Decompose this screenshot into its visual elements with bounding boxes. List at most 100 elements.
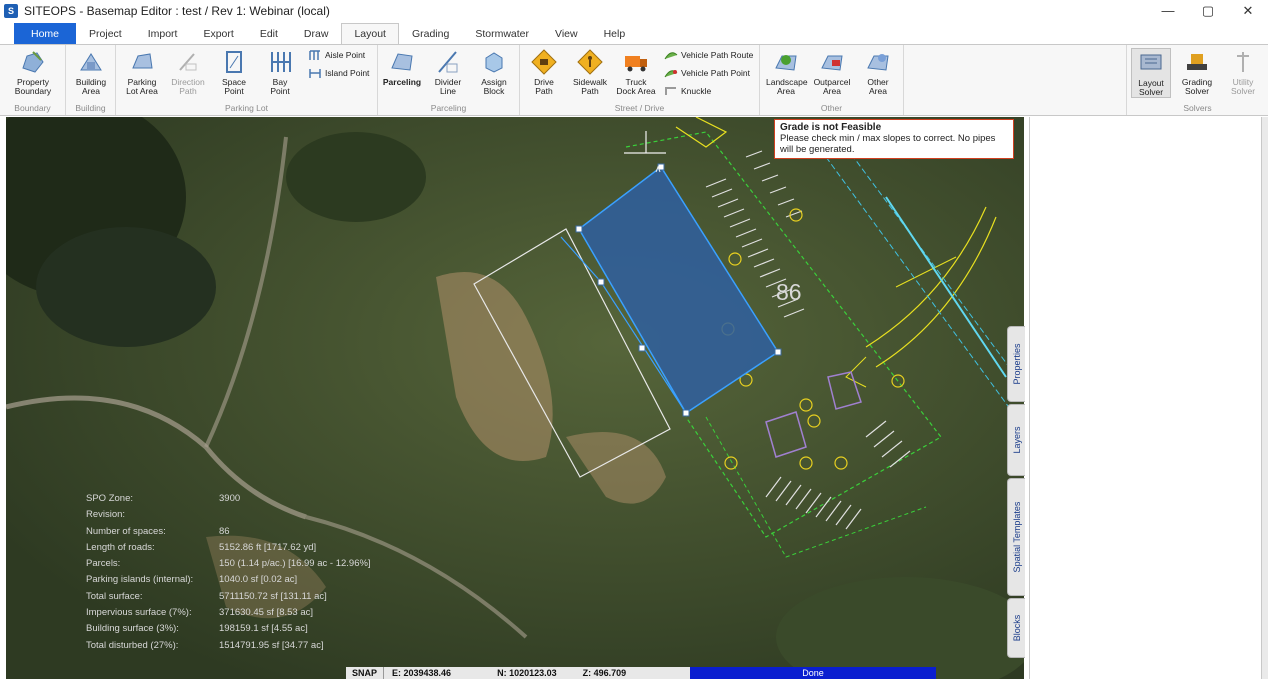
tab-project[interactable]: Project (76, 23, 135, 44)
vehicle-path-point-label: Vehicle Path Point (681, 68, 750, 78)
aisle-point-button[interactable]: Aisle Point (308, 49, 365, 61)
properties-panel (1029, 117, 1262, 679)
utility-solver-label-2: Solver (1230, 86, 1256, 96)
northing-readout: N: 1020123.03 (497, 668, 557, 678)
stat-label: Length of roads: (86, 541, 155, 553)
status-bar: SNAP E: 2039438.46 N: 1020123.03 Z: 496.… (346, 667, 936, 679)
tab-layout[interactable]: Layout (341, 23, 399, 44)
vehicle-path-point-icon (664, 70, 678, 78)
landscape-area-button[interactable]: Landscape Area (766, 48, 808, 96)
grading-solver-button[interactable]: Grading Solver (1177, 48, 1217, 96)
group-label-solvers: Solvers (1183, 103, 1212, 113)
tab-spatial-templates-label: Spatial Templates (1011, 501, 1022, 573)
sidewalk-path-button[interactable]: Sidewalk Path (570, 48, 610, 96)
stat-value: 3900 (219, 493, 241, 504)
stat-value: 5152.86 ft [1717.62 yd] (219, 541, 317, 553)
tab-draw[interactable]: Draw (291, 23, 342, 44)
drive-path-icon (531, 49, 557, 75)
maximize-button[interactable]: ▢ (1188, 0, 1228, 22)
layout-solver-label-2: Solver (1138, 87, 1164, 97)
group-parking-lot: Parking Lot Area Direction Path Space Po… (116, 45, 378, 115)
tab-layers[interactable]: Layers (1007, 404, 1025, 476)
island-point-button[interactable]: Island Point (308, 67, 369, 79)
island-point-icon (309, 69, 321, 78)
tab-blocks[interactable]: Blocks (1007, 598, 1025, 658)
tab-layers-label: Layers (1011, 426, 1022, 454)
title-bar: S SITEOPS - Basemap Editor : test / Rev … (0, 0, 1268, 22)
group-label-street-drive: Street / Drive (614, 103, 665, 113)
ribbon: Property Boundary Boundary Building Area… (0, 44, 1268, 116)
ribbon-tabs: Home Project Import Export Edit Draw Lay… (0, 22, 1268, 44)
stat-label: Total disturbed (27%): (86, 639, 179, 651)
truck-dock-area-label-2: Dock Area (616, 86, 656, 96)
knuckle-label: Knuckle (681, 86, 712, 96)
stat-row: Number of spaces: 86 (86, 524, 416, 540)
group-label-other: Other (820, 103, 843, 113)
window-controls: — ▢ ✕ (1148, 0, 1268, 22)
stat-value: 1514791.95 sf [34.77 ac] (219, 639, 324, 651)
stat-row: Revision: (86, 507, 416, 523)
drive-path-button[interactable]: Drive Path (524, 48, 564, 96)
grade-warning-message: Please check min / max slopes to correct… (780, 133, 996, 155)
vehicle-path-point-button[interactable]: Vehicle Path Point (664, 67, 750, 79)
site-stats-panel: SPO Zone: 3900 Revision: Number of spaces… (86, 491, 416, 654)
outparcel-area-button[interactable]: Outparcel Area (812, 48, 852, 96)
grade-warning-box: Grade is not Feasible Please check min /… (774, 119, 1014, 159)
direction-path-label-2: Path (179, 86, 197, 96)
sidewalk-path-label-2: Path (581, 86, 599, 96)
drive-path-label-2: Path (535, 86, 553, 96)
parceling-button[interactable]: Parceling (382, 48, 422, 87)
tab-properties[interactable]: Properties (1007, 326, 1025, 402)
app-logo-icon: S (4, 4, 18, 18)
sidewalk-path-icon (577, 49, 603, 75)
tab-stormwater[interactable]: Stormwater (462, 23, 542, 44)
tab-edit[interactable]: Edit (247, 23, 291, 44)
divider-line-label-2: Line (439, 86, 457, 96)
landscape-area-icon (775, 55, 797, 71)
group-street-drive: Drive Path Sidewalk Path Truck Dock Area… (520, 45, 760, 115)
island-point-label: Island Point (325, 68, 370, 78)
divider-line-button[interactable]: Divider Line (428, 48, 468, 96)
grade-warning-title: Grade is not Feasible (780, 122, 882, 133)
tab-grading[interactable]: Grading (399, 23, 462, 44)
property-boundary-button[interactable]: Property Boundary (13, 48, 53, 96)
tab-help[interactable]: Help (591, 23, 639, 44)
panel-scrollbar[interactable] (1262, 117, 1268, 679)
layout-solver-button[interactable]: Layout Solver (1131, 48, 1171, 98)
map-canvas[interactable]: 86 Grade is not Feasible Please check mi… (6, 117, 1024, 679)
tree-cluster (36, 227, 216, 347)
stat-value: 1040.0 sf [0.02 ac] (219, 574, 298, 586)
vehicle-path-route-button[interactable]: Vehicle Path Route (664, 49, 753, 61)
assign-block-button[interactable]: Assign Block (474, 48, 514, 96)
stat-value: 198159.1 sf [4.55 ac] (219, 623, 308, 635)
parking-lot-area-button[interactable]: Parking Lot Area (122, 48, 162, 96)
truck-dock-area-button[interactable]: Truck Dock Area (616, 48, 656, 96)
close-button[interactable]: ✕ (1228, 0, 1268, 22)
group-solvers: Layout Solver Grading Solver Utility Sol… (1126, 45, 1268, 115)
snap-toggle[interactable]: SNAP (346, 667, 385, 679)
bay-point-icon (271, 52, 291, 72)
truck-icon (625, 56, 647, 72)
other-area-button[interactable]: Other Area (858, 48, 898, 96)
stat-row: Parcels: 150 (1.14 p/ac.) [16.99 ac - 12.… (86, 556, 416, 572)
tab-home[interactable]: Home (14, 23, 77, 44)
minimize-button[interactable]: — (1148, 0, 1188, 22)
tab-export[interactable]: Export (190, 23, 246, 44)
space-point-label-2: Point (224, 86, 244, 96)
group-label-parceling: Parceling (430, 103, 467, 113)
stat-value: 150 (1.14 p/ac.) [16.99 ac - 12.96%] (219, 558, 371, 570)
utility-solver-button[interactable]: Utility Solver (1223, 48, 1263, 96)
direction-path-button[interactable]: Direction Path (168, 48, 208, 96)
tab-spatial-templates[interactable]: Spatial Templates (1007, 478, 1025, 596)
aisle-point-label: Aisle Point (325, 50, 366, 60)
tab-view[interactable]: View (542, 23, 591, 44)
other-area-label-2: Area (869, 86, 887, 96)
bay-point-button[interactable]: Bay Point (260, 48, 300, 96)
space-point-button[interactable]: Space Point (214, 48, 254, 96)
building-area-button[interactable]: Building Area (71, 48, 111, 96)
stat-label: Total surface: (86, 590, 143, 602)
knuckle-button[interactable]: Knuckle (664, 85, 711, 97)
stat-value: 86 (219, 525, 230, 537)
tab-import[interactable]: Import (135, 23, 191, 44)
building-area-icon (80, 53, 102, 71)
